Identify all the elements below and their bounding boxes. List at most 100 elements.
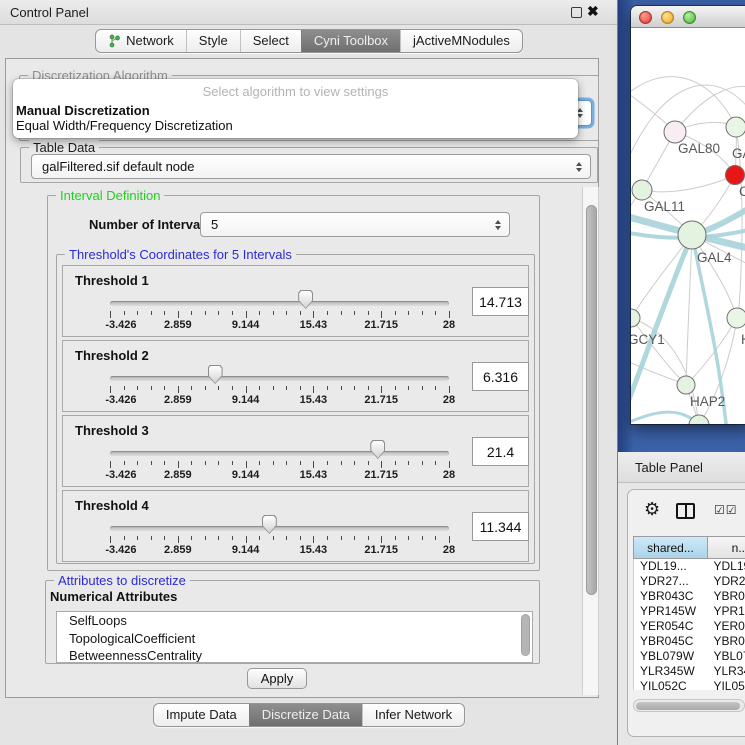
- table-cell-name[interactable]: YDL19: [707, 559, 745, 574]
- network-node[interactable]: [678, 221, 706, 249]
- threshold-slider-track[interactable]: [110, 301, 449, 306]
- close-traffic-light-icon[interactable]: [639, 11, 652, 24]
- table-row[interactable]: YBL079WYBL07: [634, 649, 745, 664]
- tick-mark: [124, 311, 125, 315]
- tick-label: 2.859: [164, 544, 192, 556]
- tick-mark: [395, 536, 396, 540]
- tick-mark: [164, 386, 165, 390]
- table-cell-shared-name[interactable]: YBR045C: [634, 634, 707, 649]
- table-hscrollbar-thumb[interactable]: [636, 702, 740, 710]
- zoom-traffic-light-icon[interactable]: [683, 11, 696, 24]
- threshold-slider-track[interactable]: [110, 451, 449, 456]
- tab-select[interactable]: Select: [240, 30, 301, 52]
- table-row[interactable]: YDR27...YDR27: [634, 574, 745, 589]
- table-cell-name[interactable]: YDR27: [707, 574, 745, 589]
- checkbox-icons[interactable]: ☑☑: [714, 503, 738, 517]
- bottom-tab-bar: Impute DataDiscretize DataInfer Network: [0, 703, 618, 727]
- minimize-traffic-light-icon[interactable]: [661, 11, 674, 24]
- algorithm-option[interactable]: Manual Discretization: [13, 102, 578, 117]
- threshold-slider-thumb[interactable]: [262, 515, 277, 534]
- table-data-combobox[interactable]: galFiltered.sif default node: [31, 154, 591, 179]
- table-horizontal-scrollbar[interactable]: [633, 699, 745, 712]
- float-window-icon[interactable]: [571, 7, 582, 18]
- columns-icon[interactable]: [676, 503, 695, 519]
- number-of-intervals-combobox[interactable]: 5: [200, 212, 510, 237]
- table-row[interactable]: YIL052CYIL05: [634, 679, 745, 690]
- network-node[interactable]: [631, 309, 640, 327]
- tick-label: 9.144: [232, 394, 260, 406]
- tab-discretize-data[interactable]: Discretize Data: [249, 704, 362, 726]
- table-header-shared-name[interactable]: shared...: [633, 536, 707, 559]
- threshold-slider-track[interactable]: [110, 526, 449, 531]
- tab-jactivemnodules[interactable]: jActiveMNodules: [400, 30, 522, 52]
- tab-network[interactable]: Network: [96, 30, 186, 52]
- tick-mark: [110, 311, 111, 318]
- tab-style[interactable]: Style: [186, 30, 240, 52]
- tab-infer-network[interactable]: Infer Network: [362, 704, 464, 726]
- algorithm-placeholder-item[interactable]: Select algorithm to view settings: [13, 84, 578, 102]
- threshold-value-field[interactable]: 6.316: [472, 362, 529, 391]
- attribute-list-item[interactable]: SelfLoops: [57, 612, 532, 630]
- settings-scrollbar[interactable]: [582, 187, 599, 695]
- table-cell-name[interactable]: YBR04: [707, 634, 745, 649]
- network-node[interactable]: [726, 117, 745, 137]
- table-cell-shared-name[interactable]: YDR27...: [634, 574, 707, 589]
- tick-mark: [395, 311, 396, 315]
- network-node[interactable]: [632, 180, 652, 200]
- network-canvas[interactable]: GAL80GALCGAL11GAL4GCY1HHAP2: [631, 28, 745, 424]
- table-cell-name[interactable]: YBR04: [707, 589, 745, 604]
- algorithm-option[interactable]: Equal Width/Frequency Discretization: [13, 117, 578, 132]
- threshold-slider-thumb[interactable]: [298, 290, 313, 309]
- table-panel-container: ⚙ ☑☑ shared... n... YDL19...YDL19YDR27..…: [627, 489, 745, 737]
- tick-mark: [259, 386, 260, 390]
- table-cell-name[interactable]: YBL07: [707, 649, 745, 664]
- threshold-slider-thumb[interactable]: [370, 440, 385, 459]
- table-cell-shared-name[interactable]: YIL052C: [634, 679, 707, 690]
- tick-mark: [205, 311, 206, 315]
- table-row[interactable]: YBR043CYBR04: [634, 589, 745, 604]
- gear-icon[interactable]: ⚙: [644, 499, 660, 520]
- network-node[interactable]: [689, 415, 709, 424]
- network-node[interactable]: [726, 166, 745, 185]
- tick-mark: [341, 386, 342, 390]
- table-cell-shared-name[interactable]: YPR145W: [634, 604, 707, 619]
- threshold-value-field[interactable]: 21.4: [472, 437, 529, 466]
- table-row[interactable]: YPR145WYPR14: [634, 604, 745, 619]
- table-cell-name[interactable]: YIL05: [707, 679, 745, 690]
- table-row[interactable]: YLR345WYLR34: [634, 664, 745, 679]
- table-row[interactable]: YBR045CYBR04: [634, 634, 745, 649]
- table-cell-name[interactable]: YER05: [707, 619, 745, 634]
- tick-mark: [341, 536, 342, 540]
- table-row[interactable]: YDL19...YDL19: [634, 559, 745, 574]
- attribute-list-item[interactable]: TopologicalCoefficient: [57, 630, 532, 648]
- table-header-name[interactable]: n...: [707, 536, 745, 559]
- attributes-list-scrollbar[interactable]: [521, 614, 531, 660]
- threshold-value-field[interactable]: 14.713: [472, 287, 529, 316]
- table-cell-name[interactable]: YPR14: [707, 604, 745, 619]
- network-node[interactable]: [664, 121, 686, 143]
- settings-scrollbar-thumb[interactable]: [586, 205, 597, 595]
- table-row[interactable]: YER054CYER05: [634, 619, 745, 634]
- tick-mark: [300, 311, 301, 315]
- threshold-value-field[interactable]: 11.344: [472, 512, 529, 541]
- table-cell-shared-name[interactable]: YDL19...: [634, 559, 707, 574]
- tab-impute-data[interactable]: Impute Data: [154, 704, 249, 726]
- tick-label: 2.859: [164, 319, 192, 331]
- table-cell-shared-name[interactable]: YBR043C: [634, 589, 707, 604]
- tick-mark: [273, 386, 274, 390]
- close-window-icon[interactable]: ✖: [587, 3, 599, 20]
- apply-button[interactable]: Apply: [247, 668, 307, 689]
- tab-cyni-toolbox[interactable]: Cyni Toolbox: [301, 30, 400, 52]
- tick-mark: [395, 461, 396, 465]
- network-node[interactable]: [677, 376, 695, 394]
- table-cell-shared-name[interactable]: YER054C: [634, 619, 707, 634]
- threshold-slider-thumb[interactable]: [208, 365, 223, 384]
- network-node[interactable]: [727, 308, 745, 328]
- table-cell-shared-name[interactable]: YLR345W: [634, 664, 707, 679]
- threshold-slider-track[interactable]: [110, 376, 449, 381]
- table-panel-area: Table Panel ⚙ ☑☑ shared... n... YDL19...…: [618, 452, 745, 745]
- tick-mark: [327, 311, 328, 315]
- table-cell-shared-name[interactable]: YBL079W: [634, 649, 707, 664]
- attribute-list-item[interactable]: BetweennessCentrality: [57, 647, 532, 663]
- table-cell-name[interactable]: YLR34: [707, 664, 745, 679]
